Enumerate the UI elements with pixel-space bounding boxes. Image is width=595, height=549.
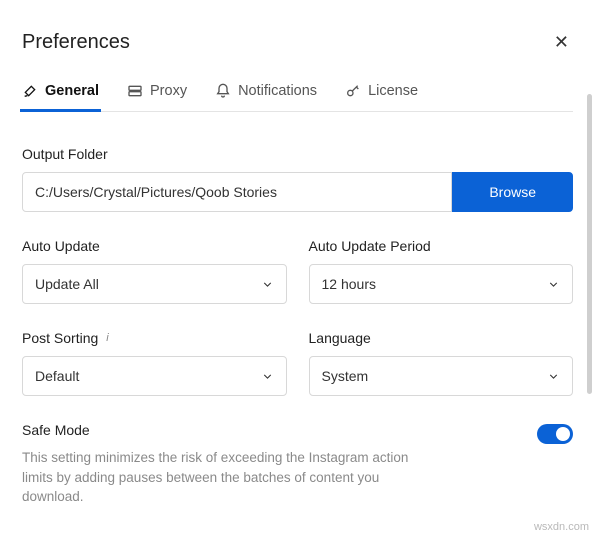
output-folder-input[interactable] — [22, 172, 452, 212]
key-icon — [345, 83, 361, 99]
browse-button[interactable]: Browse — [452, 172, 573, 212]
safe-mode-label: Safe Mode — [22, 422, 442, 438]
tab-label: General — [45, 83, 99, 99]
auto-update-period-label: Auto Update Period — [309, 238, 574, 254]
chevron-down-icon — [547, 278, 560, 291]
tab-content-general: Output Folder Browse Auto Update Update … — [22, 118, 573, 507]
select-value: Update All — [35, 276, 99, 292]
select-value: Default — [35, 368, 79, 384]
tab-label: Notifications — [238, 83, 317, 99]
bell-icon — [215, 83, 231, 99]
close-button[interactable]: ✕ — [550, 28, 573, 57]
tab-general[interactable]: General — [22, 83, 99, 111]
select-value: 12 hours — [322, 276, 376, 292]
tab-label: Proxy — [150, 83, 187, 99]
auto-update-period-select[interactable]: 12 hours — [309, 264, 574, 304]
close-icon: ✕ — [554, 32, 569, 52]
tab-label: License — [368, 83, 418, 99]
chevron-down-icon — [547, 370, 560, 383]
select-value: System — [322, 368, 369, 384]
post-sorting-select[interactable]: Default — [22, 356, 287, 396]
server-icon — [127, 83, 143, 99]
auto-update-select[interactable]: Update All — [22, 264, 287, 304]
language-select[interactable]: System — [309, 356, 574, 396]
page-title: Preferences — [22, 31, 130, 54]
scrollbar[interactable] — [587, 94, 592, 394]
tab-proxy[interactable]: Proxy — [127, 83, 187, 111]
language-label: Language — [309, 330, 574, 346]
auto-update-label: Auto Update — [22, 238, 287, 254]
safe-mode-toggle[interactable] — [537, 424, 573, 444]
wrench-icon — [22, 83, 38, 99]
chevron-down-icon — [261, 370, 274, 383]
safe-mode-description: This setting minimizes the risk of excee… — [22, 448, 442, 507]
info-icon[interactable]: i — [106, 332, 108, 344]
watermark: wsxdn.com — [534, 521, 589, 533]
output-folder-label: Output Folder — [22, 146, 573, 162]
chevron-down-icon — [261, 278, 274, 291]
tab-license[interactable]: License — [345, 83, 418, 111]
tab-notifications[interactable]: Notifications — [215, 83, 317, 111]
post-sorting-label: Post Sorting i — [22, 330, 287, 346]
tab-bar: General Proxy Notifications License — [22, 83, 573, 112]
